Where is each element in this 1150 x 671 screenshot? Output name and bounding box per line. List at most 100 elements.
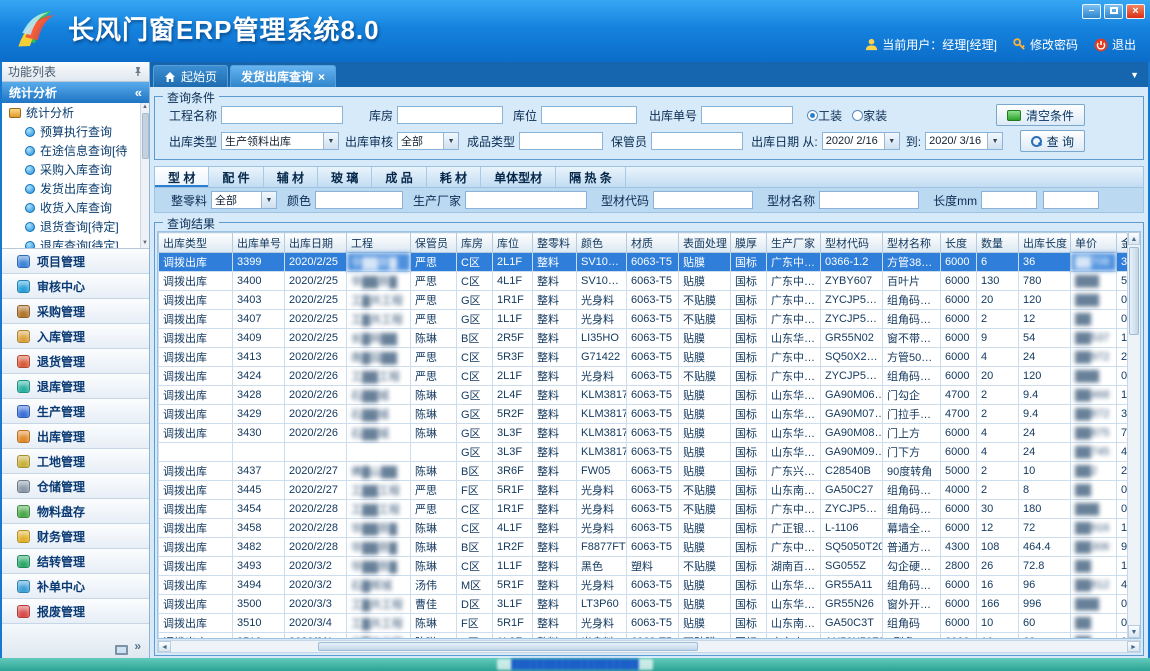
table-row[interactable]: 调拨出库35102020/3/4工▓共工程陈琳F区5R1F整料光身料6063-T… — [159, 614, 1142, 633]
scroll-up-icon[interactable] — [1128, 232, 1140, 245]
sidebar-menu-item[interactable]: 项目管理 — [2, 249, 149, 274]
material-tab[interactable]: 隔 热 条 — [556, 167, 626, 187]
scroll-down-icon[interactable] — [1128, 625, 1140, 638]
warehouse-input[interactable] — [397, 106, 503, 124]
scroll-left-icon[interactable] — [158, 641, 171, 652]
column-header[interactable]: 保管员 — [411, 233, 457, 253]
more-panels-icon[interactable] — [134, 637, 141, 655]
table-row[interactable]: 调拨出库34942020/3/2石▓辉城汤伟M区5R1F整料光身料6063-T5… — [159, 576, 1142, 595]
profile-name-input[interactable] — [819, 191, 919, 209]
table-row[interactable]: 调拨出库34282020/2/26石▓▓城陈琳G区2L4F整料KLM381760… — [159, 386, 1142, 405]
location-input[interactable] — [541, 106, 637, 124]
tree-item[interactable]: 在途信息查询[待 — [2, 141, 149, 160]
column-header[interactable]: 颜色 — [577, 233, 627, 253]
scroll-right-icon[interactable] — [1127, 641, 1140, 652]
scroll-up-icon[interactable] — [141, 103, 149, 112]
material-tab[interactable]: 型 材 — [155, 167, 209, 187]
close-button[interactable] — [1126, 4, 1145, 19]
table-row[interactable]: 调拨出库34822020/2/28华▓▓原▓陈琳B区1R2F整料F8877FT6… — [159, 538, 1142, 557]
length-max-input[interactable] — [1043, 191, 1099, 209]
table-row[interactable]: 调拨出库34452020/2/27工▓▓工程严思F区5R1F整料光身料6063-… — [159, 481, 1142, 500]
color-input[interactable] — [315, 191, 403, 209]
column-header[interactable]: 库位 — [493, 233, 533, 253]
sidebar-menu-item[interactable]: 出库管理 — [2, 424, 149, 449]
sidebar-menu-item[interactable]: 财务管理 — [2, 524, 149, 549]
table-row[interactable]: 调拨出库34072020/2/25工▓共工程严思G区1L1F整料光身料6063-… — [159, 310, 1142, 329]
tree-root[interactable]: 统计分析 — [2, 103, 149, 122]
column-header[interactable]: 工程 — [347, 233, 411, 253]
tab-close-icon[interactable] — [318, 70, 325, 84]
pin-icon[interactable] — [133, 66, 143, 77]
tree-item[interactable]: 退货查询[待定] — [2, 217, 149, 236]
tree-scrollbar-thumb[interactable] — [142, 113, 149, 159]
vertical-scrollbar[interactable] — [1127, 232, 1140, 638]
table-row[interactable]: 调拨出库34932020/3/2华▓▓原▓陈琳C区1L1F整料黑色塑料不贴膜国标… — [159, 557, 1142, 576]
table-row[interactable]: 调拨出库34372020/2/27佛▓山▓▓陈琳B区3R6F整料FW056063… — [159, 462, 1142, 481]
sidebar-menu-item[interactable]: 采购管理 — [2, 299, 149, 324]
column-header[interactable]: 出库长度 — [1019, 233, 1071, 253]
search-button[interactable]: 查 询 — [1020, 130, 1085, 152]
table-row[interactable]: 调拨出库34002020/2/25华▓▓原▓严思C区4L1F整料SV10…606… — [159, 272, 1142, 291]
column-header[interactable]: 整零料 — [533, 233, 577, 253]
column-header[interactable]: 生产厂家 — [767, 233, 821, 253]
sidebar-menu-item[interactable]: 审核中心 — [2, 274, 149, 299]
horizontal-scrollbar-thumb[interactable] — [318, 642, 698, 651]
scroll-down-icon[interactable] — [141, 239, 149, 248]
maximize-button[interactable] — [1104, 4, 1123, 19]
material-tab[interactable]: 单体型材 — [481, 167, 556, 187]
tree-item[interactable]: 预算执行查询 — [2, 122, 149, 141]
tree-item[interactable]: 收货入库查询 — [2, 198, 149, 217]
sidebar-menu-item[interactable]: 入库管理 — [2, 324, 149, 349]
sidebar-menu-item[interactable]: 退库管理 — [2, 374, 149, 399]
tree-scrollbar[interactable] — [140, 103, 149, 248]
column-header[interactable]: 出库单号 — [233, 233, 285, 253]
sidebar-menu-item[interactable]: 工地管理 — [2, 449, 149, 474]
material-tab[interactable]: 配 件 — [209, 167, 263, 187]
clear-conditions-button[interactable]: 清空条件 — [996, 104, 1085, 126]
outbound-type-select[interactable]: 生产领料出库 — [221, 132, 339, 150]
minimize-button[interactable] — [1082, 4, 1101, 19]
table-row[interactable]: 调拨出库34132020/2/26南▓园▓▓严思C区5R3F整料G7142260… — [159, 348, 1142, 367]
column-header[interactable]: 出库类型 — [159, 233, 233, 253]
length-min-input[interactable] — [981, 191, 1037, 209]
tab-home[interactable]: 起始页 — [153, 65, 228, 87]
change-password-link[interactable]: 修改密码 — [1013, 36, 1078, 53]
tab-list-dropdown-icon[interactable] — [1130, 65, 1148, 87]
project-name-input[interactable] — [221, 106, 343, 124]
column-header[interactable]: 出库日期 — [285, 233, 347, 253]
table-row[interactable]: G区3L3F整料KLM38176063-T5贴膜国标山东华…GA90M09…门下… — [159, 443, 1142, 462]
tree-item[interactable]: 采购入库查询 — [2, 160, 149, 179]
table-row[interactable]: 调拨出库35002020/3/3工▓共工程曹佳D区3L1F整料LT3P60606… — [159, 595, 1142, 614]
sidebar-menu-item[interactable]: 结转管理 — [2, 549, 149, 574]
table-row[interactable]: 调拨出库34292020/2/26石▓▓城陈琳G区5R2F整料KLM381760… — [159, 405, 1142, 424]
manufacturer-input[interactable] — [465, 191, 587, 209]
order-no-input[interactable] — [701, 106, 793, 124]
table-row[interactable]: 调拨出库34242020/2/26工▓▓工程严思C区2L1F整料光身料6063-… — [159, 367, 1142, 386]
audit-select[interactable]: 全部 — [397, 132, 459, 150]
gongzhuang-radio[interactable] — [807, 110, 818, 121]
column-header[interactable]: 数量 — [977, 233, 1019, 253]
column-header[interactable]: 材质 — [627, 233, 679, 253]
column-header[interactable]: 表面处理 — [679, 233, 731, 253]
sidebar-menu-item[interactable]: 生产管理 — [2, 399, 149, 424]
jiazhuang-radio[interactable] — [852, 110, 863, 121]
collapse-icon[interactable] — [135, 85, 142, 100]
column-header[interactable]: 膜厚 — [731, 233, 767, 253]
table-row[interactable]: 调拨出库34302020/2/26石▓▓城陈琳G区3L3F整料KLM381760… — [159, 424, 1142, 443]
horizontal-scrollbar[interactable] — [157, 640, 1141, 653]
material-tab[interactable]: 耗 材 — [427, 167, 481, 187]
column-header[interactable]: 单价 — [1071, 233, 1117, 253]
section-header-statistics[interactable]: 统计分析 — [2, 82, 149, 103]
sidebar-menu-item[interactable]: 物料盘存 — [2, 499, 149, 524]
date-from-picker[interactable]: 2020/ 2/16 — [822, 132, 900, 150]
table-row[interactable]: 调拨出库34582020/2/28华▓▓原▓陈琳C区4L1F整料光身料6063-… — [159, 519, 1142, 538]
sidebar-menu-item[interactable]: 补单中心 — [2, 574, 149, 599]
material-tab[interactable]: 辅 材 — [264, 167, 318, 187]
column-header[interactable]: 型材代码 — [821, 233, 883, 253]
column-header[interactable]: 长度 — [941, 233, 977, 253]
date-to-picker[interactable]: 2020/ 3/16 — [925, 132, 1003, 150]
tree-item[interactable]: 发货出库查询 — [2, 179, 149, 198]
product-type-input[interactable] — [519, 132, 603, 150]
keeper-input[interactable] — [651, 132, 743, 150]
profile-code-input[interactable] — [653, 191, 753, 209]
